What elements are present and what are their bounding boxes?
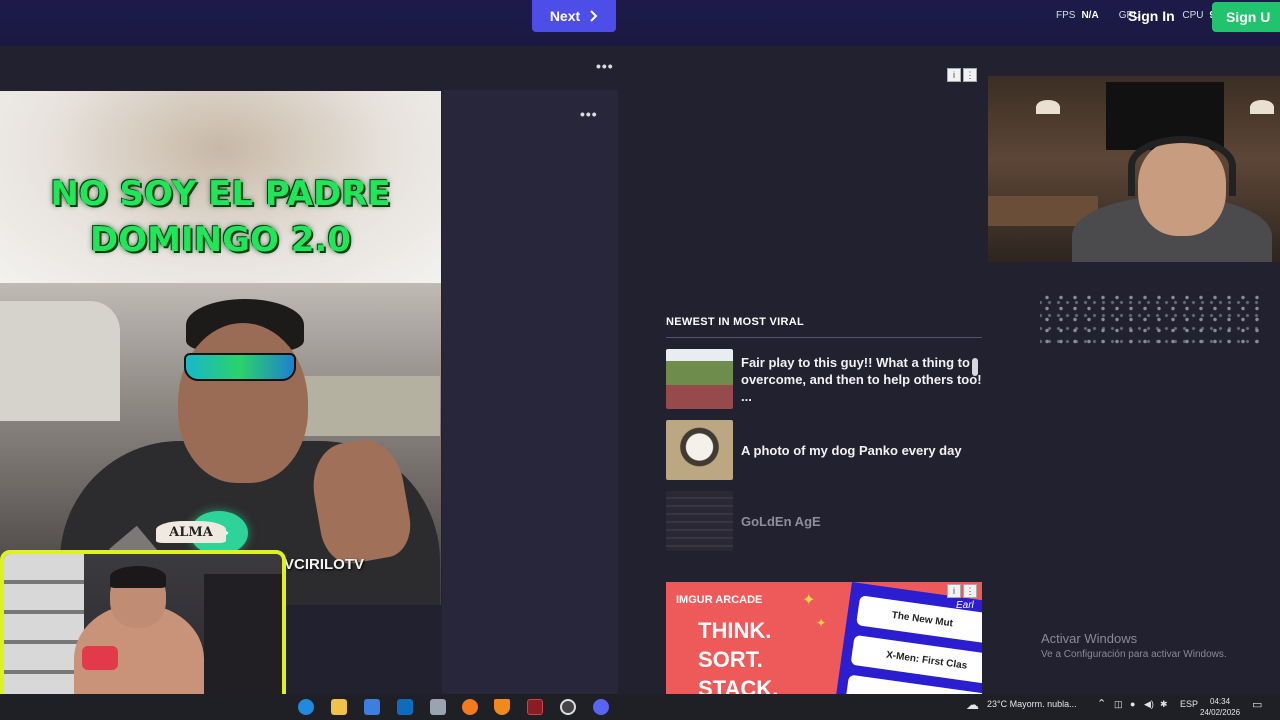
list-item[interactable]: Fair play to this guy!! What a thing to …	[666, 349, 982, 409]
chair	[204, 574, 282, 714]
lamp	[1250, 100, 1274, 114]
info-icon[interactable]: i	[947, 584, 961, 598]
video-caption-line-1: NO SOY EL PADRE	[50, 174, 391, 214]
store-icon[interactable]	[364, 699, 380, 715]
list-item[interactable]: GoLdEn AgE	[666, 491, 982, 551]
app-icon[interactable]	[430, 699, 446, 715]
sunglasses	[184, 353, 296, 381]
post-thumbnail[interactable]	[666, 491, 733, 551]
scrollbar[interactable]	[972, 358, 978, 376]
post-sidebar-panel	[442, 90, 618, 694]
most-viral-panel: NEWEST IN MOST VIRAL Fair play to this g…	[666, 316, 982, 551]
kebab-icon[interactable]: ⋮	[963, 68, 977, 82]
more-options-icon[interactable]: •••	[596, 58, 614, 74]
chevron-right-icon	[590, 10, 598, 22]
notification-icon[interactable]: ▭	[1252, 698, 1262, 711]
ad-panel: The New Mut X-Men: First Clas	[833, 582, 982, 694]
language-indicator[interactable]: ESP	[1180, 699, 1198, 709]
recording-app-icon[interactable]	[527, 699, 543, 715]
ad-corner-text: Earl	[956, 600, 974, 611]
sign-in-link[interactable]: Sign In	[1128, 8, 1175, 24]
outlook-icon[interactable]	[397, 699, 413, 715]
webcam-overlay-streamer	[0, 550, 286, 718]
obs-icon[interactable]	[560, 699, 576, 715]
arcade-ad[interactable]: IMGUR ARCADE THINK. SORT. STACK. ✦ ✦ The…	[666, 582, 982, 694]
ad-headline-3: STACK.	[698, 676, 779, 694]
ad-choices[interactable]: i ⋮	[947, 584, 977, 598]
video-watermark: VCIRILOTV	[284, 556, 365, 573]
post-title[interactable]: Fair play to this guy!! What a thing to …	[741, 354, 982, 405]
ad-choices[interactable]: i ⋮	[947, 68, 977, 82]
sparkle-icon: ✦	[802, 592, 816, 609]
weather-icon[interactable]: ☁	[966, 697, 979, 713]
site-header	[0, 0, 1280, 46]
vlc-icon[interactable]	[494, 699, 510, 715]
ad-headline-2: SORT.	[698, 647, 763, 672]
fps-label: FPS	[1056, 10, 1076, 21]
activation-title: Activar Windows	[1041, 631, 1138, 646]
post-title[interactable]: A photo of my dog Panko every day	[741, 442, 962, 459]
edge-icon[interactable]	[298, 699, 314, 715]
activation-subtitle: Ve a Configuración para activar Windows.	[1041, 649, 1227, 660]
microphone	[82, 646, 118, 670]
headset	[1128, 136, 1236, 196]
list-item[interactable]: A photo of my dog Panko every day	[666, 420, 982, 480]
next-button[interactable]: Next	[532, 0, 616, 32]
system-clock[interactable]: 04:34 24/02/2026	[1200, 696, 1240, 718]
windows-taskbar: ☁ 23°C Mayorm. nubla... ⌃ ◫ ● ◀) ✱ ESP 0…	[0, 694, 1280, 720]
video-caption-line-2: DOMINGO 2.0	[90, 220, 351, 260]
sparkle-icon: ✦	[816, 616, 827, 630]
sign-up-button[interactable]: Sign U	[1212, 2, 1280, 32]
car-window	[300, 376, 440, 436]
shelf	[4, 554, 84, 714]
info-icon[interactable]: i	[947, 68, 961, 82]
file-explorer-icon[interactable]	[331, 699, 347, 715]
weather-text[interactable]: 23°C Mayorm. nubla...	[987, 699, 1077, 709]
post-options-icon[interactable]: •••	[580, 106, 598, 122]
next-label: Next	[549, 8, 581, 24]
fps-value: N/A	[1081, 10, 1099, 21]
clock-time: 04:34	[1210, 697, 1231, 706]
shirt-logo: ALMA	[156, 521, 226, 543]
bluetooth-icon[interactable]: ✱	[1160, 699, 1168, 710]
chevron-up-icon[interactable]: ⌃	[1097, 697, 1106, 710]
network-icon[interactable]: ◫	[1114, 699, 1123, 710]
post-title[interactable]: GoLdEn AgE	[741, 513, 821, 530]
lamp	[1036, 100, 1060, 114]
cpu-label: CPU	[1182, 10, 1204, 21]
volume-icon[interactable]: ◀)	[1144, 699, 1154, 710]
webcam-overlay-guest	[988, 76, 1280, 262]
microphone-icon[interactable]: ●	[1130, 699, 1135, 709]
kebab-icon[interactable]: ⋮	[963, 584, 977, 598]
post-thumbnail[interactable]	[666, 349, 733, 409]
discord-icon[interactable]	[593, 699, 609, 715]
ad-headline-1: THINK.	[698, 618, 772, 643]
streamer-hair	[110, 566, 166, 588]
post-thumbnail[interactable]	[666, 420, 733, 480]
firefox-icon[interactable]	[462, 699, 478, 715]
particle-effect	[1040, 292, 1260, 348]
person-head	[178, 323, 308, 483]
clock-date: 24/02/2026	[1200, 708, 1241, 717]
windows-activation-notice: Activar Windows Ve a Configuración para …	[1041, 631, 1227, 660]
ad-label: IMGUR ARCADE	[676, 594, 763, 606]
section-title: NEWEST IN MOST VIRAL	[666, 316, 982, 338]
car-window	[0, 301, 120, 421]
